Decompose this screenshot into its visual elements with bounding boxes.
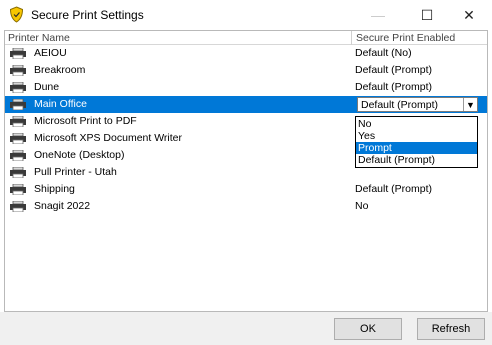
printer-icon	[10, 65, 26, 76]
printer-icon	[10, 133, 26, 144]
printer-name: Snagit 2022	[34, 200, 91, 212]
printer-icon	[10, 99, 26, 110]
maximize-icon: ☐	[420, 6, 434, 23]
table-row[interactable]: Shipping Default (Prompt)	[5, 181, 487, 198]
dropdown-option-no[interactable]: No	[356, 118, 477, 130]
column-divider[interactable]	[351, 31, 352, 45]
printer-name: OneNote (Desktop)	[34, 149, 125, 161]
printer-name: Dune	[34, 81, 60, 93]
dropdown-option-default-prompt[interactable]: Default (Prompt)	[356, 154, 477, 166]
title-bar: Secure Print Settings — ☐ ✕	[0, 0, 492, 30]
printer-icon	[10, 184, 26, 195]
table-row[interactable]: Breakroom Default (Prompt)	[5, 62, 487, 79]
dropdown-option-prompt[interactable]: Prompt	[356, 142, 477, 154]
printer-icon	[10, 48, 26, 59]
printer-name: Main Office	[34, 98, 87, 110]
secure-print-combobox[interactable]: Default (Prompt) ▼	[357, 97, 478, 112]
printer-list[interactable]: Printer Name Secure Print Enabled AEIOU …	[4, 30, 488, 312]
minimize-icon: —	[371, 7, 385, 23]
maximize-button[interactable]: ☐	[404, 0, 450, 30]
printer-name: AEIOU	[34, 47, 67, 59]
window-title: Secure Print Settings	[31, 8, 144, 22]
refresh-button[interactable]: Refresh	[417, 318, 485, 340]
printer-name: Pull Printer - Utah	[34, 166, 117, 178]
secure-print-status[interactable]: Default (Prompt)	[355, 64, 432, 76]
dropdown-arrow-icon[interactable]: ▼	[463, 98, 477, 111]
shield-icon	[9, 6, 24, 23]
table-header: Printer Name Secure Print Enabled	[5, 31, 487, 45]
table-row-selected[interactable]: Main Office Default (Prompt) ▼	[5, 96, 487, 113]
combobox-value: Default (Prompt)	[361, 99, 439, 111]
printer-icon	[10, 82, 26, 93]
column-header-secure-print-enabled[interactable]: Secure Print Enabled	[356, 31, 455, 45]
printer-icon	[10, 150, 26, 161]
table-row[interactable]: AEIOU Default (No)	[5, 45, 487, 62]
secure-print-status[interactable]: No	[355, 200, 368, 212]
secure-print-status[interactable]: Default (Prompt)	[355, 81, 432, 93]
printer-name: Shipping	[34, 183, 75, 195]
close-icon: ✕	[463, 6, 475, 23]
minimize-button[interactable]: —	[355, 0, 401, 30]
table-row[interactable]: Dune Default (Prompt)	[5, 79, 487, 96]
printer-name: Microsoft XPS Document Writer	[34, 132, 183, 144]
printer-icon	[10, 201, 26, 212]
column-header-printer-name[interactable]: Printer Name	[8, 31, 70, 45]
dropdown-option-yes[interactable]: Yes	[356, 130, 477, 142]
printer-name: Breakroom	[34, 64, 86, 76]
ok-button[interactable]: OK	[334, 318, 402, 340]
table-row[interactable]: Snagit 2022 No	[5, 198, 487, 215]
secure-print-status[interactable]: Default (No)	[355, 47, 412, 59]
secure-print-dropdown-list[interactable]: No Yes Prompt Default (Prompt)	[355, 116, 478, 168]
printer-name: Microsoft Print to PDF	[34, 115, 137, 127]
close-button[interactable]: ✕	[446, 0, 492, 30]
printer-icon	[10, 116, 26, 127]
secure-print-status[interactable]: Default (Prompt)	[355, 183, 432, 195]
printer-icon	[10, 167, 26, 178]
